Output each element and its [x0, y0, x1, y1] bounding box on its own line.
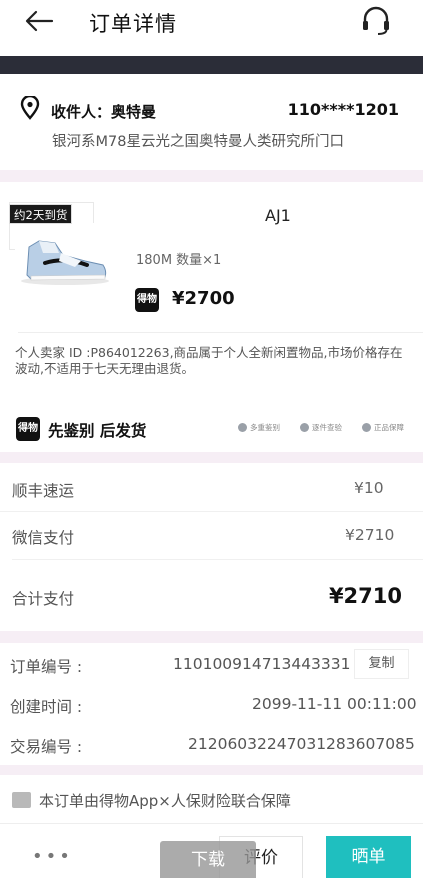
- trade-number: 2120603224703128360708​5: [188, 735, 415, 753]
- section-divider: [0, 765, 423, 775]
- section-divider: [0, 452, 423, 463]
- product-card[interactable]: 约2天到货 AJ1 180M 数量×1 得物 ¥2700 个人卖家 ID :P8…: [0, 182, 423, 442]
- more-options-button[interactable]: •••: [32, 846, 73, 867]
- status-divider-bar: [0, 56, 423, 74]
- badge-multi-verify: 多重鉴别: [238, 422, 280, 433]
- badge-item-check: 逐件查验: [300, 422, 342, 433]
- product-price: ¥2700: [172, 288, 235, 309]
- total-label: 合计支付: [12, 590, 75, 608]
- receiver-phone: 110****1201: [287, 100, 399, 119]
- order-number-label: 订单编号 :: [10, 658, 83, 676]
- diamond-icon: [300, 423, 309, 432]
- order-number: 110100914713443331: [173, 655, 351, 673]
- divider: [12, 559, 423, 560]
- shipping-fee: ¥10: [354, 479, 384, 497]
- shield-icon: [362, 423, 371, 432]
- insurance-card-icon: [12, 792, 31, 808]
- receiver-name: 收件人：奥特曼: [51, 103, 157, 121]
- receiver-address: 银河系M78星云光之国奥特曼人类研究所门口: [52, 134, 344, 150]
- insurance-notice[interactable]: 本订单由得物App×人保财险联合保障: [0, 775, 423, 823]
- bottom-action-bar: ••• 评价 下载 晒单: [0, 823, 423, 878]
- dewu-logo-icon: 得物: [16, 417, 40, 441]
- product-name: AJ1: [265, 206, 291, 225]
- dewu-logo-icon: 得物: [135, 288, 159, 312]
- verify-first-title: 先鉴别 后发货: [48, 422, 147, 440]
- shipping-method-label: 顺丰速运: [12, 482, 75, 500]
- section-divider: [0, 170, 423, 182]
- app-header: 订单详情: [0, 0, 423, 56]
- badge-authentic: 正品保障: [362, 422, 404, 433]
- trade-number-label: 交易编号 :: [10, 738, 83, 756]
- arrow-left-icon[interactable]: [22, 4, 56, 38]
- seller-note: 个人卖家 ID :P864012263,商品属于个人全新闲置物品,市场价格存在波…: [15, 345, 403, 376]
- product-spec: 180M 数量×1: [136, 253, 222, 268]
- headset-icon[interactable]: [358, 3, 394, 39]
- total-amount: ¥2710: [328, 584, 402, 608]
- payment-amount: ¥2710: [345, 526, 395, 544]
- payment-summary: 顺丰速运 ¥10 微信支付 ¥2710 合计支付 ¥2710: [0, 463, 423, 631]
- person-icon: [238, 423, 247, 432]
- page-title: 订单详情: [89, 12, 177, 36]
- payment-method-label: 微信支付: [12, 529, 75, 547]
- created-time-label: 创建时间 :: [10, 698, 83, 716]
- created-time: 2099-11-11 00:11:00: [252, 695, 417, 713]
- insurance-text: 本订单由得物App×人保财险联合保障: [39, 792, 291, 810]
- location-pin-icon: [20, 96, 40, 120]
- share-order-button[interactable]: 晒单: [326, 836, 411, 878]
- shipping-address-card: 收件人：奥特曼 110****1201 银河系M78星云光之国奥特曼人类研究所门…: [0, 74, 423, 170]
- download-button[interactable]: 下载: [160, 841, 256, 878]
- divider: [0, 511, 423, 512]
- order-info: 订单编号 : 110100914713443331 复制 创建时间 : 2099…: [0, 643, 423, 765]
- section-divider: [0, 631, 423, 643]
- divider: [18, 332, 423, 333]
- sneaker-image: [15, 223, 113, 289]
- copy-button[interactable]: 复制: [354, 649, 409, 679]
- delivery-tag: 约2天到货: [9, 204, 73, 224]
